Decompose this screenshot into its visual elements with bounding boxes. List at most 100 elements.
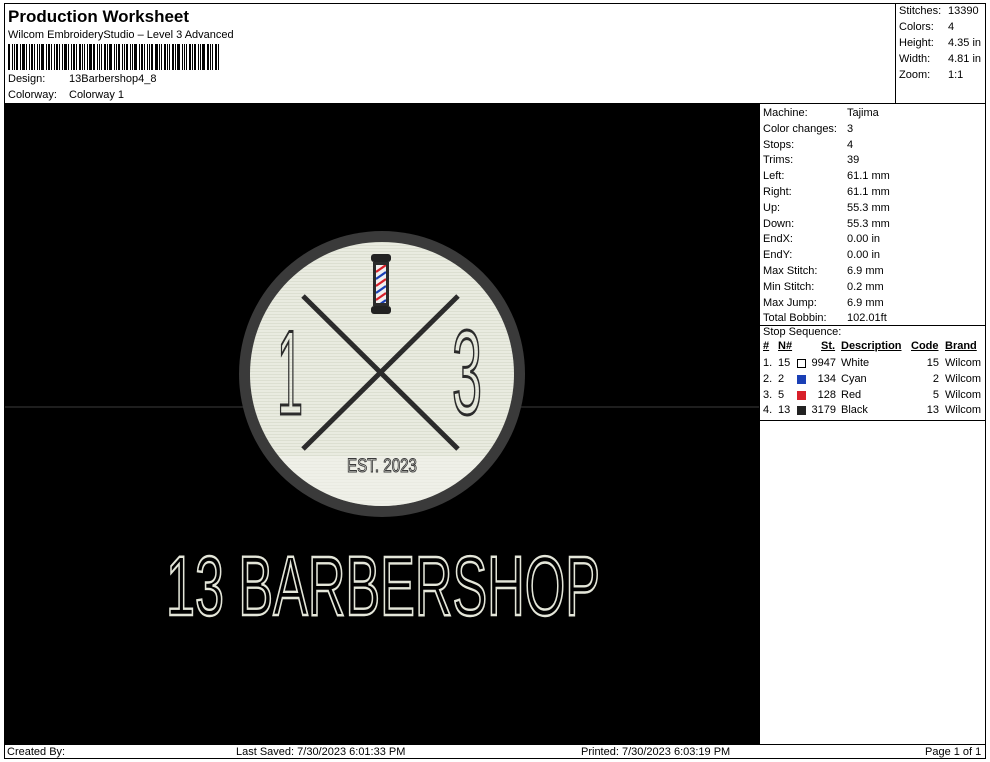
machine-row: Trims: 39	[763, 154, 859, 166]
stop-row: 4. 13 3179 Black 13 Wilcom	[763, 404, 987, 418]
color-swatch	[797, 374, 806, 384]
machine-row-value: 102.01ft	[847, 312, 887, 325]
colors-row: Colors: 4	[899, 21, 954, 33]
width-value: 4.81 in	[948, 53, 982, 65]
machine-row-label: Max Stitch:	[763, 265, 818, 277]
zoom-row: Zoom: 1:1	[899, 69, 963, 81]
machine-row-label: Down:	[763, 217, 795, 230]
machine-row: Max Stitch: 6.9 mm	[763, 265, 884, 277]
machine-row: Down: 55.3 mm	[763, 218, 890, 230]
machine-row-label: Stops:	[763, 138, 795, 151]
machine-row: Right: 61.1 mm	[763, 186, 890, 198]
machine-row-value: 4	[847, 138, 854, 151]
colorway-row: Colorway: Colorway 1	[8, 89, 124, 101]
divider	[760, 420, 986, 421]
width-label: Width:	[899, 53, 931, 65]
stop-sequence-title: Stop Sequence:	[763, 326, 842, 338]
machine-row: Min Stitch: 0.2 mm	[763, 281, 884, 293]
page-title: Production Worksheet	[8, 7, 190, 26]
stop-num: 2.	[763, 372, 773, 385]
design-preview: 1 3 EST. 2023 13 BARBERSHOP	[5, 104, 759, 744]
embroidery-artwork: 1 3 EST. 2023 13 BARBERSHOP	[5, 104, 759, 744]
machine-row-label: Machine:	[763, 107, 808, 119]
machine-row: Color changes: 3	[763, 123, 853, 135]
stop-code: 13	[926, 404, 939, 417]
wordmark: 13 BARBERSHOP	[166, 539, 600, 633]
machine-row: Up: 55.3 mm	[763, 202, 890, 214]
machine-row: Left: 61.1 mm	[763, 170, 890, 182]
worksheet-footer: Created By: Last Saved: 7/30/2023 6:01:3…	[4, 744, 986, 759]
colorway-value: Colorway 1	[69, 89, 125, 101]
stitches-row: Stitches: 13390	[899, 5, 979, 17]
machine-row-value: 0.2 mm	[847, 280, 884, 293]
machine-row-label: EndX:	[763, 233, 793, 246]
color-swatch	[797, 406, 806, 416]
color-swatch	[797, 390, 806, 400]
colors-label: Colors:	[899, 21, 934, 33]
stop-description: Cyan	[841, 372, 867, 385]
design-value: 13Barbershop4_8	[69, 73, 157, 85]
stop-num: 3.	[763, 388, 773, 401]
machine-row: EndY: 0.00 in	[763, 249, 880, 261]
stop-st: 3179	[811, 404, 836, 417]
machine-info-panel: Machine: Tajima Color changes: 3 Stops: 4 Trim…	[759, 104, 986, 744]
machine-row: EndX: 0.00 in	[763, 233, 880, 245]
machine-row-label: Up:	[763, 201, 781, 214]
stitches-label: Stitches:	[899, 5, 942, 17]
barber-pole-icon	[371, 254, 391, 314]
machine-row-value: 39	[847, 154, 860, 167]
machine-row-label: Trims:	[763, 154, 794, 167]
machine-row-label: Right:	[763, 186, 792, 198]
zoom-value: 1:1	[948, 69, 964, 81]
stop-brand: Wilcom	[945, 404, 982, 417]
stop-code: 5	[932, 388, 939, 401]
digit-left: 1	[277, 306, 303, 440]
stop-st: 128	[817, 388, 836, 401]
col-brand: Brand	[945, 340, 977, 352]
machine-row-value: 3	[847, 122, 854, 135]
col-description: Description	[841, 340, 902, 352]
machine-row-value: Tajima	[847, 107, 879, 119]
stop-row: 2. 2 134 Cyan 2 Wilcom	[763, 373, 987, 387]
machine-row-value: 6.9 mm	[847, 265, 884, 277]
machine-row-label: Left:	[763, 170, 785, 183]
stop-n: 13	[778, 404, 791, 417]
stop-st: 134	[817, 372, 836, 385]
machine-row: Machine: Tajima	[763, 107, 879, 119]
stop-description: White	[841, 357, 870, 369]
color-swatch	[797, 359, 806, 368]
machine-row-label: EndY:	[763, 249, 793, 262]
stop-n: 15	[778, 357, 791, 369]
stop-st: 9947	[811, 357, 836, 369]
stitches-value: 13390	[948, 5, 979, 17]
machine-row-value: 55.3 mm	[847, 217, 890, 230]
col-n: N#	[778, 340, 793, 352]
stop-n: 2	[778, 372, 785, 385]
created-by: Created By:	[7, 746, 66, 758]
stop-code: 2	[932, 372, 939, 385]
barcode	[8, 44, 222, 70]
machine-row-label: Color changes:	[763, 122, 837, 135]
est-text: EST. 2023	[347, 456, 417, 477]
machine-row: Total Bobbin: 102.01ft	[763, 312, 887, 324]
col-st: St.	[821, 340, 836, 352]
design-stats: Stitches: 13390 Colors: 4 Height: 4.35 in W…	[895, 3, 986, 104]
stop-brand: Wilcom	[945, 357, 982, 369]
col-num: #	[763, 340, 770, 352]
stop-description: Red	[841, 388, 862, 401]
machine-row-label: Total Bobbin:	[763, 312, 827, 325]
stop-num: 1.	[763, 357, 773, 369]
machine-row-value: 61.1 mm	[847, 186, 890, 198]
machine-row-label: Min Stitch:	[763, 280, 815, 293]
stop-num: 4.	[763, 404, 773, 417]
height-value: 4.35 in	[948, 37, 982, 49]
software-name: Wilcom EmbroideryStudio – Level 3 Advanc…	[8, 29, 234, 41]
stop-brand: Wilcom	[945, 372, 982, 385]
design-row: Design: 13Barbershop4_8	[8, 73, 156, 85]
stop-row: 3. 5 128 Red 5 Wilcom	[763, 389, 987, 403]
width-row: Width: 4.81 in	[899, 53, 981, 65]
machine-row-value: 0.00 in	[847, 233, 881, 246]
machine-row-label: Max Jump:	[763, 296, 817, 309]
digit-right: 3	[452, 306, 482, 440]
machine-row-value: 61.1 mm	[847, 170, 890, 183]
